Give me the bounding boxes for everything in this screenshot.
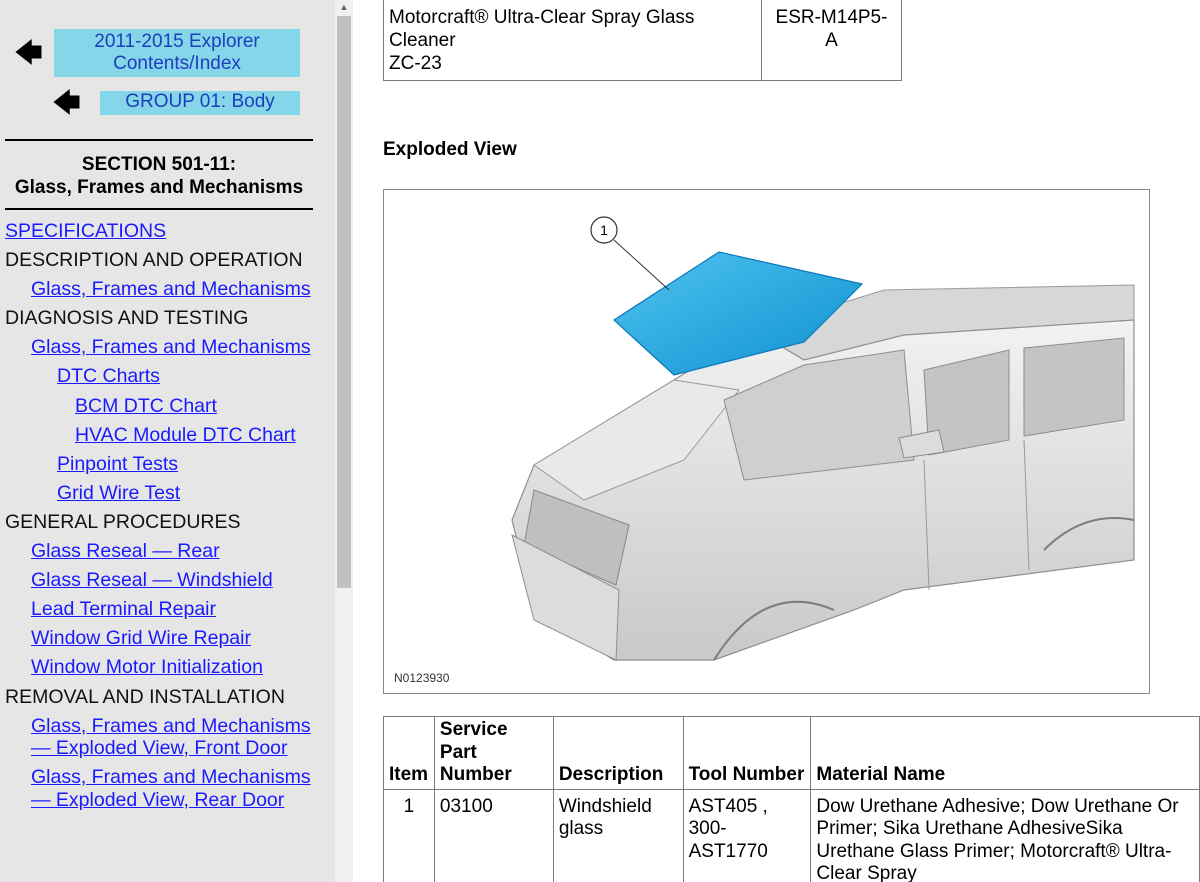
- cell-item: 1: [383, 788, 435, 882]
- toc-link-item: Glass, Frames and Mechanisms — Exploded …: [0, 766, 330, 811]
- material-line: Cleaner: [389, 30, 456, 51]
- scroll-up-icon[interactable]: ▲: [335, 0, 353, 16]
- toc-link[interactable]: Grid Wire Test: [57, 482, 180, 504]
- specification-cell: ESR-M14P5- A: [761, 0, 902, 81]
- table-row: Motorcraft® Ultra-Clear Spray Glass Clea…: [383, 0, 902, 81]
- figure-id: N0123930: [394, 671, 450, 685]
- toc-link[interactable]: BCM DTC Chart: [75, 395, 217, 417]
- toc-link-item: SPECIFICATIONS: [0, 220, 330, 243]
- toc-link[interactable]: HVAC Module DTC Chart: [75, 424, 296, 446]
- vehicle-body-drawing: [511, 284, 1135, 661]
- header-service-part-number: Service Part Number: [433, 716, 554, 790]
- spec-line: A: [825, 30, 838, 51]
- group-back-row: 🡄 GROUP 01: Body: [52, 89, 300, 117]
- cell-tool-number: AST405 , 300-AST1770: [682, 788, 812, 882]
- vehicle-illustration: 1: [511, 216, 1135, 661]
- contents-back-row: 🡄 2011-2015 Explorer Contents/Index: [14, 29, 300, 77]
- contents-link-line2: Contents/Index: [113, 53, 241, 74]
- toc-link-item: Pinpoint Tests: [0, 453, 330, 476]
- divider: [5, 208, 313, 210]
- toc-link-item: Glass, Frames and Mechanisms: [0, 336, 330, 359]
- material-line: Motorcraft® Ultra-Clear Spray Glass: [389, 7, 695, 28]
- spec-line: ESR-M14P5-: [775, 7, 888, 28]
- section-title: Glass, Frames and Mechanisms: [14, 177, 304, 198]
- toc-link[interactable]: Window Motor Initialization: [31, 656, 263, 678]
- toc-link[interactable]: Glass, Frames and Mechanisms — Exploded …: [31, 715, 311, 760]
- toc-heading: DIAGNOSIS AND TESTING: [0, 307, 330, 330]
- navigation-pane: 🡄 2011-2015 Explorer Contents/Index 🡄 GR…: [0, 0, 335, 882]
- toc-heading-label: DESCRIPTION AND OPERATION: [5, 249, 303, 272]
- toc-link[interactable]: DTC Charts: [57, 365, 160, 387]
- header-item: Item: [383, 716, 435, 790]
- toc-heading-label: REMOVAL AND INSTALLATION: [5, 685, 285, 708]
- toc-link-item: Grid Wire Test: [0, 482, 330, 505]
- cell-service-part-number: 03100: [433, 788, 554, 882]
- toc-link[interactable]: SPECIFICATIONS: [5, 220, 166, 242]
- cell-description: Windshield glass: [552, 788, 684, 882]
- toc-link-item: DTC Charts: [0, 365, 330, 388]
- material-cell: Motorcraft® Ultra-Clear Spray Glass Clea…: [383, 0, 762, 81]
- toc-link-item: Window Motor Initialization: [0, 656, 330, 679]
- toc-link-item: Glass, Frames and Mechanisms — Exploded …: [0, 715, 330, 760]
- toc-heading: GENERAL PROCEDURES: [0, 511, 330, 534]
- scroll-thumb[interactable]: [337, 16, 351, 588]
- table-row: 1 03100 Windshield glass AST405 , 300-AS…: [383, 788, 1200, 882]
- toc-heading-label: GENERAL PROCEDURES: [5, 510, 241, 533]
- toc-link[interactable]: Pinpoint Tests: [57, 453, 178, 475]
- toc-link-item: Glass Reseal — Rear: [0, 540, 330, 563]
- toc-link-item: Glass Reseal — Windshield: [0, 569, 330, 592]
- toc-link[interactable]: Lead Terminal Repair: [31, 598, 216, 620]
- parts-table: Item Service Part Number Description Too…: [383, 716, 1200, 882]
- exploded-view-heading: Exploded View: [383, 139, 517, 160]
- toc-heading: DESCRIPTION AND OPERATION: [0, 249, 330, 272]
- table-header-row: Item Service Part Number Description Too…: [383, 716, 1200, 790]
- toc-link[interactable]: Glass Reseal — Rear: [31, 540, 220, 562]
- back-arrow-icon[interactable]: 🡄: [14, 39, 43, 67]
- toc-link[interactable]: Glass, Frames and Mechanisms — Exploded …: [31, 766, 311, 811]
- toc-link-item: BCM DTC Chart: [0, 395, 330, 418]
- toc-link[interactable]: Glass, Frames and Mechanisms: [31, 336, 311, 358]
- nav-scrollbar[interactable]: ▲: [335, 0, 353, 882]
- callout-number: 1: [600, 222, 608, 238]
- material-spec-table: Motorcraft® Ultra-Clear Spray Glass Clea…: [383, 0, 902, 81]
- toc-heading-label: DIAGNOSIS AND TESTING: [5, 307, 249, 330]
- header-description: Description: [552, 716, 684, 790]
- contents-index-link[interactable]: 2011-2015 Explorer Contents/Index: [54, 29, 300, 77]
- callout-leader-line: [613, 239, 670, 291]
- group-link[interactable]: GROUP 01: Body: [100, 91, 300, 115]
- divider: [5, 139, 313, 141]
- contents-link-line1: 2011-2015 Explorer: [94, 31, 260, 52]
- toc-link[interactable]: Glass, Frames and Mechanisms: [31, 278, 311, 300]
- cell-material-name: Dow Urethane Adhesive; Dow Urethane Or P…: [810, 788, 1200, 882]
- content-pane: Motorcraft® Ultra-Clear Spray Glass Clea…: [353, 0, 1200, 882]
- exploded-view-figure: 1 N0123930: [383, 189, 1150, 694]
- section-heading: SECTION 501-11: Glass, Frames and Mechan…: [5, 153, 313, 199]
- material-line: ZC-23: [389, 53, 442, 74]
- back-arrow-icon[interactable]: 🡄: [52, 89, 81, 117]
- toc-link-item: Glass, Frames and Mechanisms: [0, 278, 330, 301]
- toc-link-item: HVAC Module DTC Chart: [0, 424, 330, 447]
- section-number: SECTION 501-11:: [81, 154, 237, 175]
- header-material-name: Material Name: [810, 716, 1200, 790]
- table-of-contents: SPECIFICATIONS DESCRIPTION AND OPERATION G…: [0, 220, 330, 818]
- toc-link[interactable]: Window Grid Wire Repair: [31, 627, 251, 649]
- header-tool-number: Tool Number: [682, 716, 812, 790]
- toc-link-item: Window Grid Wire Repair: [0, 627, 330, 650]
- toc-link[interactable]: Glass Reseal — Windshield: [31, 569, 273, 591]
- toc-link-item: Lead Terminal Repair: [0, 598, 330, 621]
- toc-heading: REMOVAL AND INSTALLATION: [0, 686, 330, 709]
